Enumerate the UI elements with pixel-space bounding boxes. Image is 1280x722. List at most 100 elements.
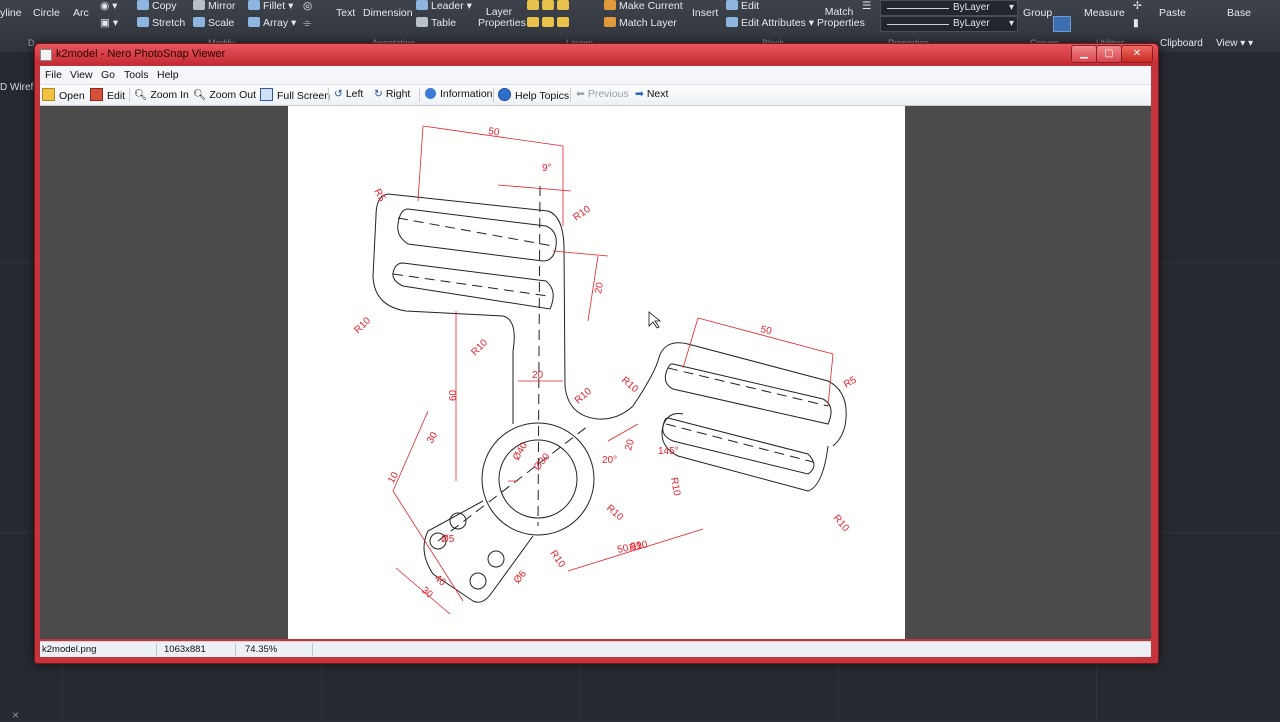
ribbon-misc-icon-2[interactable]: ▣ ▾ xyxy=(100,17,118,29)
array-tool[interactable]: Array ▾ xyxy=(248,17,296,29)
next-button[interactable]: ➡ Next xyxy=(635,88,668,100)
stretch-tool[interactable]: Stretch xyxy=(137,17,185,29)
dim-text: 20° xyxy=(602,455,617,466)
scale-tool[interactable]: Scale xyxy=(193,17,234,29)
nero-viewer-window: k2model - Nero PhotoSnap Viewer ▁ ▢ ✕ Fi… xyxy=(34,43,1159,664)
maximize-button[interactable]: ▢ xyxy=(1096,45,1122,63)
fillet-tool[interactable]: Fillet ▾ xyxy=(248,0,293,12)
dim-text: 30 xyxy=(419,585,435,601)
layer-icon xyxy=(542,0,554,10)
toolbar-separator xyxy=(129,88,130,102)
help-topics-label: Help Topics xyxy=(515,90,570,102)
hole xyxy=(469,572,487,590)
group-tool[interactable]: Group xyxy=(1023,7,1052,19)
utility-icon-2[interactable]: ▮ xyxy=(1133,17,1139,29)
menu-file[interactable]: File xyxy=(45,69,62,81)
table-tool[interactable]: Table xyxy=(416,17,456,29)
zoom-out-button[interactable]: 🔍︎ Zoom Out xyxy=(193,88,256,101)
help-icon xyxy=(498,88,511,101)
edit-button[interactable]: Edit xyxy=(90,88,125,102)
mirror-tool[interactable]: Mirror xyxy=(193,0,235,12)
make-current-tool[interactable]: Make Current xyxy=(604,0,683,12)
previous-label: Previous xyxy=(587,88,629,100)
minimize-button[interactable]: ▁ xyxy=(1071,45,1097,63)
insert-tool[interactable]: Insert xyxy=(692,7,718,19)
dim-text: R10 xyxy=(619,375,640,396)
base-tool[interactable]: Base xyxy=(1227,7,1251,19)
toolbar-separator xyxy=(570,88,571,102)
linetype-value: ByLayer xyxy=(953,2,990,13)
ribbon-misc-icon-3[interactable]: ◎ xyxy=(303,0,312,12)
layer-icon-row2[interactable] xyxy=(527,17,572,29)
make-current-icon xyxy=(604,0,616,10)
ribbon-misc-icon-4[interactable]: ⌯ xyxy=(303,17,311,30)
information-button[interactable]: Information xyxy=(425,88,493,100)
dimension-line xyxy=(392,125,834,615)
viewport-label[interactable]: D Wirefr xyxy=(0,82,37,93)
lineweight-value: ByLayer xyxy=(953,18,990,29)
leader-tool[interactable]: Leader ▾ xyxy=(416,0,472,12)
toolbar: Open Edit 🔍︎ Zoom In 🔍︎ Zoom Out Full Scre… xyxy=(40,85,1151,106)
lineweight-dropdown[interactable]: ByLayer ▾ xyxy=(880,16,1018,32)
edit-attributes-tool[interactable]: Edit Attributes ▾ xyxy=(726,17,814,29)
open-button[interactable]: Open xyxy=(42,88,85,102)
paste-tool[interactable]: Paste xyxy=(1159,7,1186,19)
close-button[interactable]: ✕ xyxy=(1121,45,1153,63)
utility-icon[interactable]: ✢ xyxy=(1133,0,1142,12)
status-dimensions: 1063x881 xyxy=(164,644,206,655)
stretch-icon xyxy=(137,17,149,27)
layer-properties-tool[interactable]: Layer Properties xyxy=(478,7,526,29)
edit-icon xyxy=(90,88,103,101)
group-select-icon[interactable] xyxy=(1053,16,1071,32)
open-label: Open xyxy=(59,90,85,102)
layer-icon xyxy=(557,0,569,10)
match-properties-tool[interactable]: Match Properties xyxy=(817,7,865,29)
linetype-dropdown[interactable]: ByLayer ▾ xyxy=(880,0,1018,16)
dim-text: Ø6 xyxy=(512,568,529,586)
list-icon[interactable]: ☰ xyxy=(862,0,871,12)
menu-view[interactable]: View xyxy=(70,69,93,81)
block-edit-tool[interactable]: Edit xyxy=(726,0,759,12)
text-tool[interactable]: Text xyxy=(336,7,355,19)
circle-tool[interactable]: Circle xyxy=(33,7,60,19)
rotate-left-button[interactable]: ↺ Left xyxy=(334,88,363,100)
rotate-left-icon: ↺ xyxy=(334,88,343,100)
match-layer-label: Match Layer xyxy=(619,17,677,29)
ribbon-misc-icon[interactable]: ◉ ▾ xyxy=(100,0,117,12)
menu-help[interactable]: Help xyxy=(157,69,179,81)
dimension-tool[interactable]: Dimension xyxy=(363,7,413,19)
arrow-right-icon: ➡ xyxy=(635,88,644,100)
rotate-right-button[interactable]: ↻ Right xyxy=(374,88,410,100)
chevron-down-icon: ▾ xyxy=(1008,18,1014,29)
app-icon xyxy=(40,49,52,61)
previous-button[interactable]: ⬅ Previous xyxy=(576,88,629,100)
menu-go[interactable]: Go xyxy=(101,69,115,81)
full-screen-icon xyxy=(260,88,273,101)
polyline-tool[interactable]: yline xyxy=(0,7,22,19)
copy-tool[interactable]: Copy xyxy=(137,0,177,12)
view-menu[interactable]: View ▾ ▾ xyxy=(1216,38,1253,49)
slot xyxy=(662,417,815,475)
outline xyxy=(372,193,515,424)
title-bar[interactable]: k2model - Nero PhotoSnap Viewer ▁ ▢ ✕ xyxy=(35,44,1158,65)
full-screen-label: Full Screen xyxy=(277,90,331,102)
line-sample xyxy=(887,8,949,9)
dim-text: 50 xyxy=(759,324,773,337)
match-layer-tool[interactable]: Match Layer xyxy=(604,17,677,29)
full-screen-button[interactable]: Full Screen xyxy=(260,88,330,102)
menu-bar: File View Go Tools Help xyxy=(40,66,1151,85)
arc-tool[interactable]: Arc xyxy=(73,7,89,19)
dim-text: 30 xyxy=(425,430,440,446)
help-topics-button[interactable]: Help Topics xyxy=(498,88,569,102)
zoom-in-button[interactable]: 🔍︎ Zoom In xyxy=(134,88,189,101)
menu-tools[interactable]: Tools xyxy=(124,69,149,81)
view-label: View xyxy=(1216,38,1238,49)
hole xyxy=(487,550,505,568)
info-icon xyxy=(425,88,436,99)
edit-attributes-label: Edit Attributes xyxy=(741,17,806,29)
mirror-label: Mirror xyxy=(208,0,236,12)
image-viewport[interactable]: 50 9° R5 R10 20 R10 R10 60 20 R10 R10 50… xyxy=(40,106,1151,639)
measure-tool[interactable]: Measure xyxy=(1084,7,1125,19)
layer-icon-row1[interactable] xyxy=(527,0,572,12)
dim-text: R5 xyxy=(842,374,859,390)
